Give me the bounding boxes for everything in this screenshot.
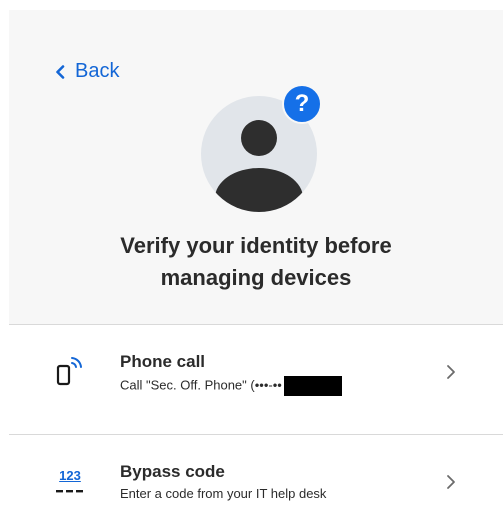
method-subtitle: Call "Sec. Off. Phone" (•••-•• <box>120 376 342 396</box>
avatar-with-help-badge: ? <box>201 84 322 212</box>
bypass-code-icon-text: 123 <box>59 468 81 483</box>
phone-call-icon <box>56 357 82 386</box>
method-title: Bypass code <box>120 462 225 481</box>
back-link[interactable]: Back <box>55 60 119 83</box>
verify-identity-page: Back ? Verify your identity before manag… <box>0 0 503 508</box>
chevron-right-icon <box>447 475 455 489</box>
bypass-code-icon: 123 <box>54 464 86 498</box>
divider <box>9 434 503 435</box>
chevron-left-icon <box>56 64 65 79</box>
chevron-right-icon <box>447 365 455 379</box>
method-title: Phone call <box>120 352 206 371</box>
method-bypass-code[interactable]: 123 Bypass code Enter a code from your I… <box>9 438 503 508</box>
redacted-phone-number <box>283 376 342 396</box>
help-badge-icon: ? <box>282 84 322 124</box>
back-link-label: Back <box>75 60 120 82</box>
method-subtitle-text: Call "Sec. Off. Phone" (•••-•• <box>120 377 282 393</box>
bypass-code-dashes <box>56 490 83 493</box>
divider <box>9 324 503 325</box>
page-title: Verify your identity before managing dev… <box>120 233 392 290</box>
method-phone-call[interactable]: Phone call Call "Sec. Off. Phone" (•••-•… <box>9 328 503 416</box>
method-subtitle: Enter a code from your IT help desk <box>120 486 327 501</box>
